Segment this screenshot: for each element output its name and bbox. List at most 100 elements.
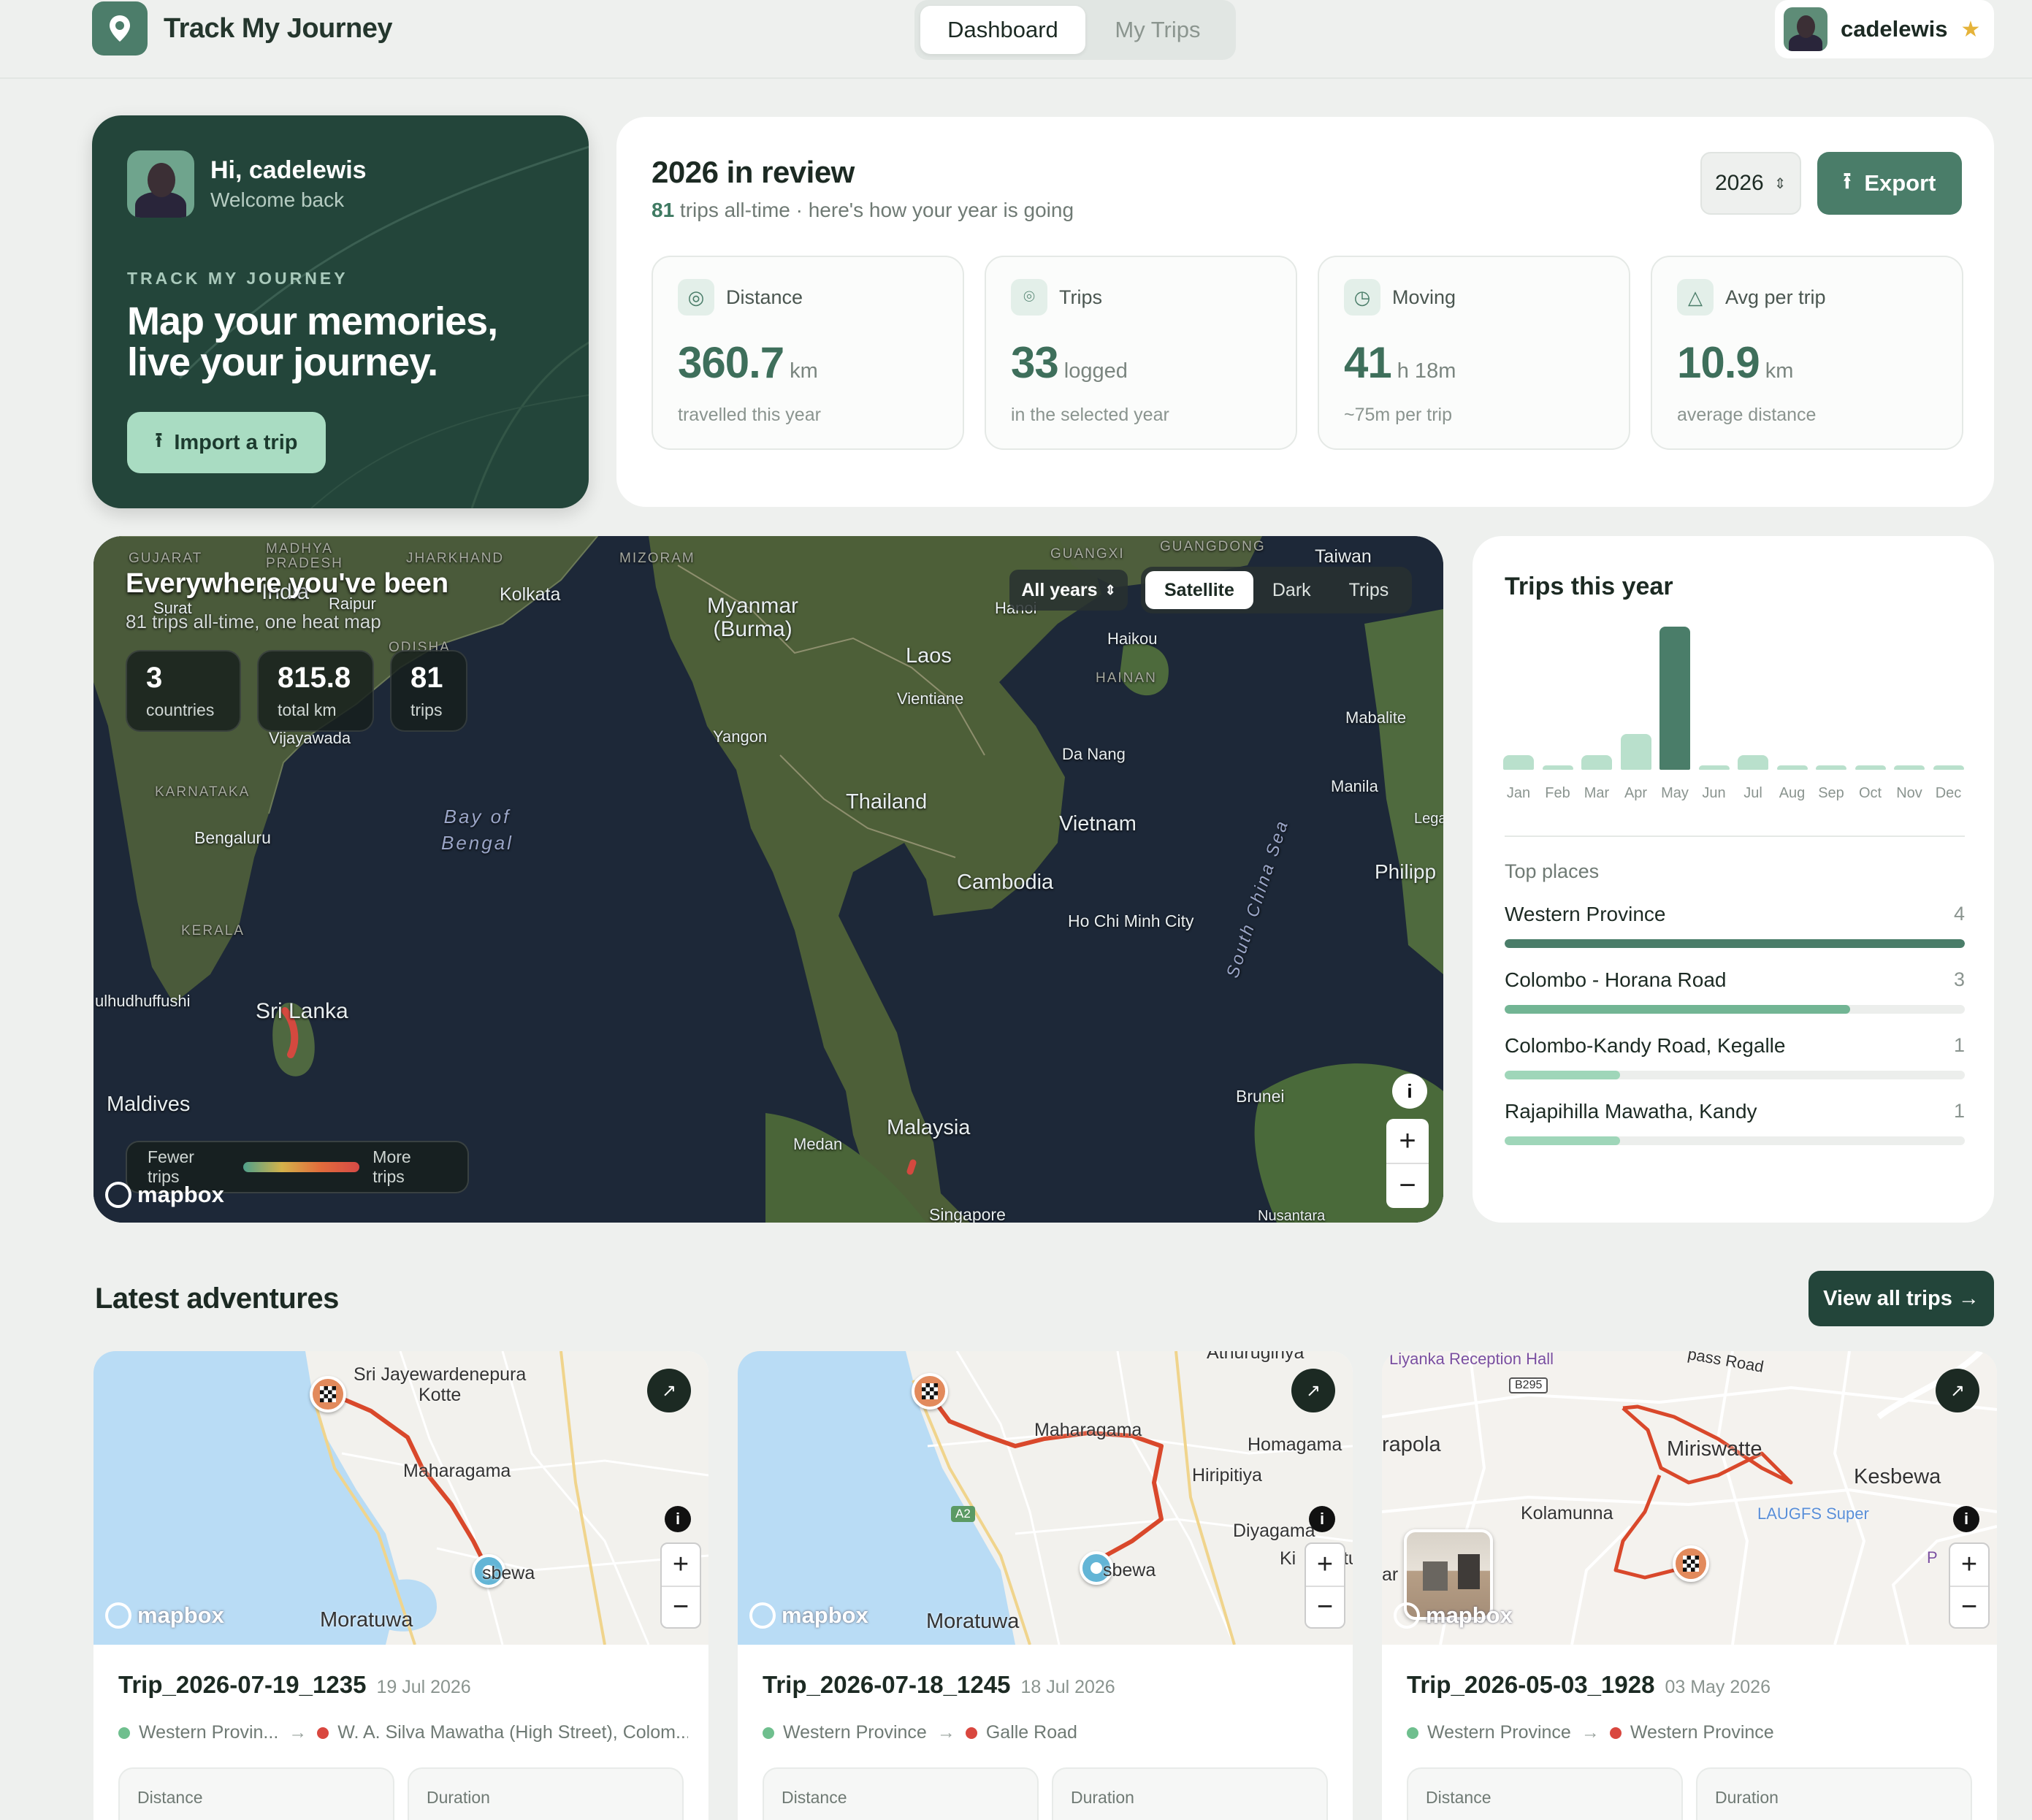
trip-route-map[interactable]: Athurugiriya Maharagama Homagama Hiripit…	[738, 1351, 1353, 1645]
open-trip-arrow-icon[interactable]: ↗	[647, 1369, 691, 1412]
map-label-mabalite: Mabalite	[1345, 708, 1407, 727]
map-label-bengaluru: Bengaluru	[194, 828, 271, 847]
month-label: May	[1661, 785, 1689, 801]
map-label: Diyagama	[1233, 1521, 1315, 1541]
top-place-row[interactable]: Western Province 4	[1505, 903, 1965, 948]
start-dot-icon	[1407, 1727, 1418, 1739]
avatar	[127, 150, 194, 218]
pin-icon: ⌾	[1011, 279, 1047, 316]
trip-stat-distance: Distance	[1407, 1767, 1683, 1820]
trip-stat-distance: Distance	[763, 1767, 1039, 1820]
map-label-philippines: Philipp	[1375, 860, 1437, 883]
zoom-controls: + −	[1305, 1542, 1345, 1629]
trip-card[interactable]: Liyanka Reception Hall B295 rapola Miris…	[1382, 1351, 1997, 1820]
place-share-bar	[1505, 1005, 1850, 1014]
trip-stat-duration: Duration	[1696, 1767, 1972, 1820]
road-shield-b295: B295	[1509, 1377, 1548, 1393]
map-label-madhya-pradesh: MADHYA PRADESH	[266, 541, 343, 571]
trip-card[interactable]: Athurugiriya Maharagama Homagama Hiripit…	[738, 1351, 1353, 1820]
trip-stat-distance: Distance	[118, 1767, 394, 1820]
user-menu[interactable]: cadelewis ★	[1775, 0, 1994, 58]
bar-jan[interactable]	[1503, 755, 1534, 770]
map-label: LAUGFS Super	[1757, 1504, 1869, 1523]
tab-my-trips[interactable]: My Trips	[1085, 6, 1230, 54]
open-trip-arrow-icon[interactable]: ↗	[1291, 1369, 1335, 1412]
heat-map[interactable]: GUJARAT MADHYA PRADESH JHARKHAND MIZORAM…	[93, 536, 1443, 1223]
top-place-row[interactable]: Colombo - Horana Road 3	[1505, 968, 1965, 1014]
view-all-trips-button[interactable]: View all trips →	[1808, 1271, 1994, 1326]
mapbox-icon	[1394, 1602, 1420, 1629]
bar-feb[interactable]	[1542, 765, 1573, 770]
bar-may[interactable]	[1659, 627, 1690, 770]
stat-card-distance: ◎ Distance 360.7 km travelled this year	[652, 256, 964, 450]
year-select[interactable]: 2026 ⇕	[1700, 152, 1801, 215]
bar-jun[interactable]	[1698, 765, 1730, 770]
zoom-out-button[interactable]: −	[662, 1585, 700, 1627]
month-label: Jun	[1702, 785, 1726, 801]
month-label: Aug	[1779, 785, 1806, 801]
map-label-laos: Laos	[906, 644, 952, 668]
bar-dec[interactable]	[1933, 765, 1964, 770]
tab-dashboard[interactable]: Dashboard	[920, 6, 1085, 54]
zoom-out-button[interactable]: −	[1386, 1163, 1429, 1207]
info-icon[interactable]: i	[1309, 1506, 1335, 1532]
heat-map-title: Everywhere you've been	[126, 568, 449, 599]
open-trip-arrow-icon[interactable]: ↗	[1936, 1369, 1979, 1412]
info-icon[interactable]: i	[1953, 1506, 1979, 1532]
stat-chip-countries: 3 countries	[126, 650, 241, 732]
info-icon[interactable]: i	[1392, 1074, 1427, 1109]
arrow-right-icon: →	[936, 1722, 955, 1743]
map-label: Athurugiriya	[1207, 1351, 1305, 1363]
upload-icon: ⭱	[1843, 167, 1852, 194]
zoom-in-button[interactable]: +	[1306, 1544, 1344, 1586]
map-year-filter[interactable]: All years ⇕	[1009, 570, 1128, 611]
trip-card[interactable]: Sri Jayewardenepura Kotte Maharagama sbe…	[93, 1351, 708, 1820]
zoom-in-button[interactable]: +	[1386, 1119, 1429, 1163]
zoom-in-button[interactable]: +	[662, 1544, 700, 1586]
welcome-text: Welcome back	[210, 188, 345, 211]
mapbox-logo[interactable]: mapbox	[749, 1602, 868, 1629]
mapbox-logo[interactable]: mapbox	[1394, 1602, 1513, 1629]
map-label: rapola	[1382, 1433, 1441, 1456]
bar-aug[interactable]	[1776, 765, 1808, 770]
map-mode-dark[interactable]: Dark	[1253, 571, 1330, 609]
mapbox-logo[interactable]: mapbox	[105, 1182, 224, 1208]
arrow-right-icon: →	[289, 1722, 308, 1743]
bar-sep[interactable]	[1816, 765, 1846, 770]
month-label: Dec	[1935, 785, 1962, 801]
welcome-card: Hi, cadelewis Welcome back TRACK MY JOUR…	[92, 115, 589, 508]
map-label: Homagama	[1248, 1434, 1342, 1455]
zoom-in-button[interactable]: +	[1950, 1544, 1988, 1586]
legend-low-label: Fewer trips	[148, 1147, 194, 1186]
top-bar: Track My Journey Dashboard My Trips cade…	[0, 0, 2032, 79]
trip-date: 03 May 2026	[1665, 1677, 1771, 1697]
app-logo[interactable]	[92, 1, 148, 56]
import-trip-button[interactable]: ⭱ Import a trip	[127, 412, 326, 473]
zoom-out-button[interactable]: −	[1950, 1585, 1988, 1627]
map-label: Moratuwa	[926, 1610, 1020, 1633]
map-label: Hiripitiya	[1192, 1465, 1262, 1486]
month-label: Jan	[1506, 785, 1531, 801]
end-dot-icon	[1609, 1727, 1622, 1739]
route-from: Western Provin...	[139, 1722, 279, 1743]
trip-route-map[interactable]: Sri Jayewardenepura Kotte Maharagama sbe…	[93, 1351, 708, 1645]
trip-date: 19 Jul 2026	[376, 1677, 471, 1697]
bar-jul[interactable]	[1738, 755, 1768, 770]
info-icon[interactable]: i	[665, 1506, 691, 1532]
top-place-row[interactable]: Colombo-Kandy Road, Kegalle 1	[1505, 1034, 1965, 1079]
map-mode-satellite[interactable]: Satellite	[1145, 571, 1253, 609]
trip-route-map[interactable]: Liyanka Reception Hall B295 rapola Miris…	[1382, 1351, 1997, 1645]
bar-apr[interactable]	[1620, 734, 1651, 770]
map-label-malaysia: Malaysia	[887, 1116, 971, 1139]
mapbox-logo[interactable]: mapbox	[105, 1602, 224, 1629]
top-place-row[interactable]: Rajapihilla Mawatha, Kandy 1	[1505, 1100, 1965, 1145]
export-button[interactable]: ⭱ Export	[1817, 152, 1962, 215]
bar-oct[interactable]	[1855, 765, 1886, 770]
map-mode-trips[interactable]: Trips	[1330, 571, 1408, 609]
map-style-toggle: Satellite Dark Trips	[1141, 567, 1413, 613]
trips-this-year-card: Trips this year Jan Feb Mar Apr May Jun Jul Aug…	[1473, 536, 1994, 1223]
bar-nov[interactable]	[1894, 765, 1925, 770]
zoom-out-button[interactable]: −	[1306, 1585, 1344, 1627]
import-trip-label: Import a trip	[174, 430, 298, 454]
bar-mar[interactable]	[1581, 755, 1612, 770]
